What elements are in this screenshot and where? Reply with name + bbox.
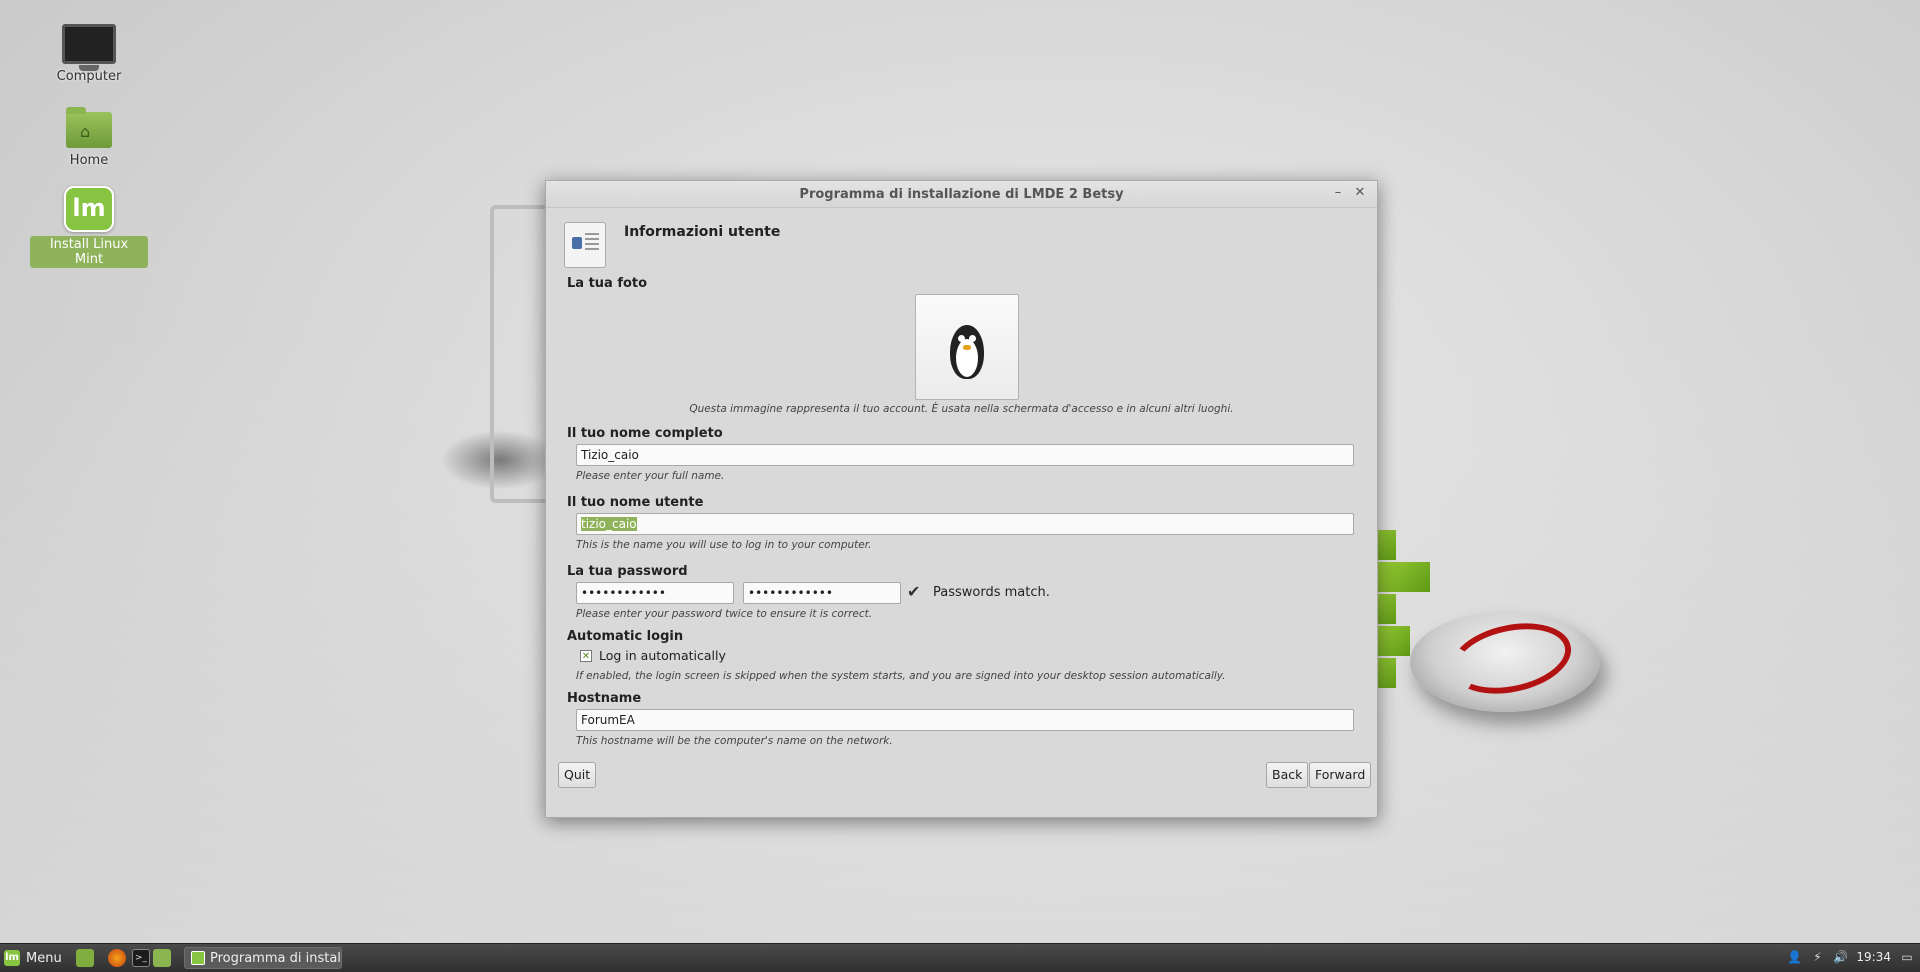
back-button[interactable]: Back <box>1266 762 1309 788</box>
page-title: Informazioni utente <box>624 224 781 240</box>
installer-window: Programma di installazione di LMDE 2 Bet… <box>545 180 1378 818</box>
quit-button[interactable]: Quit <box>558 762 597 788</box>
close-button[interactable]: ✕ <box>1351 184 1369 202</box>
forward-button[interactable]: Forward <box>1309 762 1372 788</box>
desktop-icon-label: Install Linux Mint <box>30 236 148 268</box>
minimize-button[interactable]: – <box>1329 184 1347 202</box>
user-photo-button[interactable] <box>915 294 1019 400</box>
checkmark-icon: ✔ <box>907 582 921 601</box>
password-match-status: Passwords match. <box>933 585 1050 600</box>
desktop-icon-home[interactable]: ⌂ Home <box>30 107 148 169</box>
terminal-icon[interactable]: >_ <box>132 949 150 967</box>
show-desktop-icon[interactable] <box>76 949 94 967</box>
files-folder-icon[interactable] <box>153 949 171 967</box>
username-hint: This is the name you will use to log in … <box>576 539 872 551</box>
password-hint: Please enter your password twice to ensu… <box>576 608 873 620</box>
taskbar: lm Menu >_ Programma di install... 👤 ⚡ 🔊… <box>0 943 1920 972</box>
autologin-hint: If enabled, the login screen is skipped … <box>576 670 1226 682</box>
penguin-avatar-icon <box>948 313 986 381</box>
password-confirm-input[interactable] <box>743 582 901 604</box>
username-label: Il tuo nome utente <box>567 495 704 510</box>
computer-icon <box>62 24 116 71</box>
installer-app-icon <box>191 951 205 965</box>
photo-label: La tua foto <box>567 276 648 291</box>
username-input[interactable]: tizio_caio <box>576 513 1354 535</box>
user-icon[interactable]: 👤 <box>1787 950 1802 964</box>
menu-label: Menu <box>26 950 62 966</box>
desktop-icon-computer[interactable]: Computer <box>30 24 148 85</box>
home-folder-icon: ⌂ <box>66 107 112 148</box>
user-info-card-icon <box>564 222 606 268</box>
autologin-label: Automatic login <box>567 629 684 644</box>
full-name-input[interactable] <box>576 444 1354 466</box>
hostname-input[interactable] <box>576 709 1354 731</box>
password-label: La tua password <box>567 564 688 579</box>
desktop-icon-install-linux-mint[interactable]: lm Install Linux Mint <box>30 186 148 268</box>
menu-button[interactable]: lm Menu <box>4 948 62 968</box>
task-label: Programma di install... <box>210 950 341 966</box>
username-selected-text: tizio_caio <box>581 517 637 531</box>
full-name-hint: Please enter your full name. <box>576 470 725 482</box>
hostname-label: Hostname <box>567 691 642 706</box>
autologin-checkbox[interactable]: ✕ <box>580 650 592 662</box>
desktop-icon-label: Home <box>69 153 109 168</box>
taskbar-window-installer[interactable]: Programma di install... <box>184 947 342 969</box>
linux-mint-logo-icon: lm <box>64 186 114 232</box>
volume-icon[interactable]: 🔊 <box>1833 950 1848 964</box>
window-title: Programma di installazione di LMDE 2 Bet… <box>799 187 1124 202</box>
window-titlebar[interactable]: Programma di installazione di LMDE 2 Bet… <box>546 181 1377 208</box>
linux-mint-menu-icon: lm <box>4 950 20 966</box>
system-tray: 👤 ⚡ 🔊 19:34 ▭ <box>1787 950 1914 964</box>
password-input[interactable] <box>576 582 734 604</box>
hostname-hint: This hostname will be the computer's nam… <box>576 735 893 747</box>
network-icon[interactable]: ⚡ <box>1810 950 1824 964</box>
workspace-icon[interactable]: ▭ <box>1900 950 1914 964</box>
autologin-checkbox-label[interactable]: Log in automatically <box>599 648 726 663</box>
clock[interactable]: 19:34 <box>1856 950 1891 964</box>
firefox-icon[interactable] <box>108 949 126 967</box>
photo-caption: Questa immagine rappresenta il tuo accou… <box>689 403 1234 415</box>
full-name-label: Il tuo nome completo <box>567 426 723 441</box>
